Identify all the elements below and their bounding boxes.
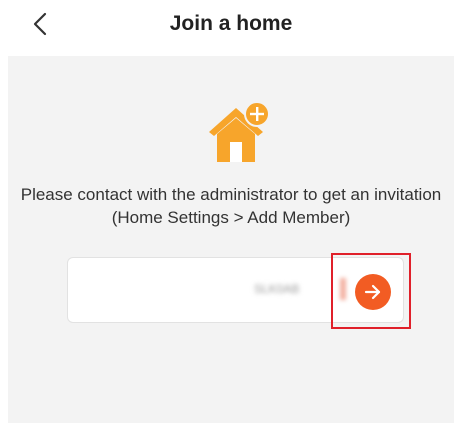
instructions-text: Please contact with the administrator to…: [20, 185, 442, 227]
header: Join a home: [0, 0, 462, 50]
join-home-panel: Please contact with the administrator to…: [8, 56, 454, 423]
house-plus-icon: [203, 96, 275, 168]
arrow-right-icon: [364, 284, 381, 300]
join-home-screen: Join a home Please contact with the admi…: [0, 0, 462, 423]
submit-code-button[interactable]: [355, 274, 391, 310]
page-title: Join a home: [169, 12, 293, 35]
